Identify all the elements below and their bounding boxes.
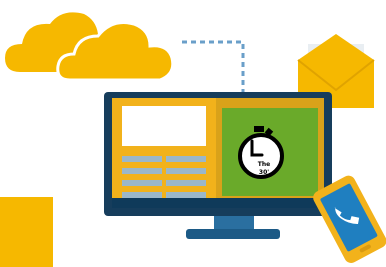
illustration-scene: The 30' [0,12,386,267]
connector-line [182,40,245,95]
decorative-square [0,197,53,267]
cloud-icon [5,12,175,82]
stopwatch-label-line2: 30' [259,169,269,176]
stopwatch-label-line1: The [258,161,270,168]
monitor-icon [104,92,332,239]
